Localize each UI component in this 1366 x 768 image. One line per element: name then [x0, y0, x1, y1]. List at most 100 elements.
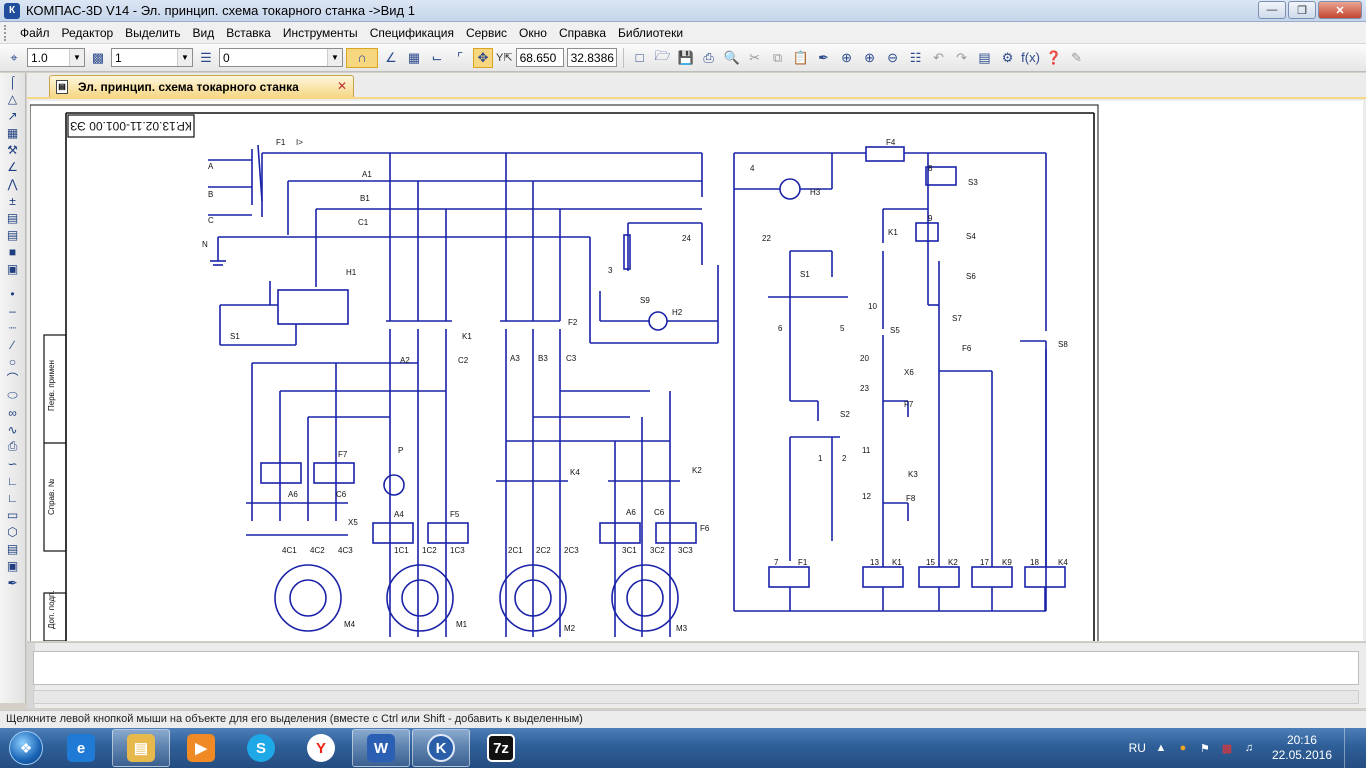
taskbar-media-player[interactable]: ▶	[172, 729, 230, 767]
view-icon[interactable]: ■	[3, 243, 23, 260]
parametrize-icon[interactable]: ⚒	[3, 141, 23, 158]
antivirus-icon[interactable]: ●	[1176, 741, 1190, 755]
local-cs-icon[interactable]: ⌙	[427, 48, 447, 68]
menu-select[interactable]: Выделить	[119, 22, 186, 44]
show-desktop-button[interactable]	[1344, 728, 1356, 768]
library-manager-icon[interactable]: ⚙	[998, 48, 1018, 68]
taskbar-yandex[interactable]: Y	[292, 729, 350, 767]
magnet-snap-icon[interactable]: ∩	[346, 47, 378, 68]
taskbar-7zip[interactable]: 7z	[472, 729, 530, 767]
zoom-in-icon[interactable]: ⊕	[860, 48, 880, 68]
aux-line-icon[interactable]: –	[3, 302, 23, 319]
taskbar-ie[interactable]: e	[52, 729, 110, 767]
spec-icon[interactable]: ±	[3, 192, 23, 209]
contour-icon[interactable]: ⎙	[3, 438, 23, 455]
spline-icon[interactable]: ∞	[3, 404, 23, 421]
start-button[interactable]: ❖	[0, 728, 52, 768]
horizontal-scrollbar[interactable]	[33, 690, 1359, 704]
scale-combo[interactable]: 1.0 ▼	[27, 48, 85, 67]
layers-icon[interactable]: ▩	[88, 48, 108, 68]
volume-icon[interactable]: ♫	[1242, 741, 1256, 755]
coord-y-field[interactable]: 32.8386	[566, 48, 617, 67]
menu-libraries[interactable]: Библиотеки	[612, 22, 689, 44]
snap-grid-icon[interactable]: ⌖	[4, 48, 24, 68]
symbols-icon[interactable]: ↗	[3, 107, 23, 124]
cursor-snap-icon[interactable]: ✥	[473, 47, 493, 68]
paste-icon[interactable]: 📋	[791, 48, 811, 68]
arc-icon[interactable]: ⌒	[3, 370, 23, 387]
command-input[interactable]	[33, 651, 1359, 685]
menu-tools[interactable]: Инструменты	[277, 22, 364, 44]
menu-insert[interactable]: Вставка	[220, 22, 277, 44]
style-combo[interactable]: 0 ▼	[219, 48, 343, 67]
menu-help[interactable]: Справка	[553, 22, 612, 44]
nurbs-icon[interactable]: ∿	[3, 421, 23, 438]
coord-x-field[interactable]: 68.650	[515, 48, 564, 67]
show-hidden-icons-icon[interactable]: ▲	[1154, 741, 1168, 755]
undo-icon[interactable]: ↶	[929, 48, 949, 68]
chevron-down-icon[interactable]: ▼	[69, 49, 84, 66]
clock[interactable]: 20:16 22.05.2016	[1272, 733, 1332, 763]
zoom-out-icon[interactable]: ⊖	[883, 48, 903, 68]
fill-icon[interactable]: ▣	[3, 557, 23, 574]
disabled-tool-icon[interactable]: ✎	[1067, 48, 1087, 68]
new-document-icon[interactable]: □	[630, 48, 650, 68]
chevron-down-icon[interactable]: ▼	[177, 49, 192, 66]
help-pointer-icon[interactable]: ❓	[1044, 48, 1064, 68]
close-button[interactable]: ✕	[1318, 1, 1362, 19]
drawing-canvas[interactable]: КР.13.02.11-001.00 ЭЗ Перв. примен Справ…	[30, 101, 1363, 641]
select-icon[interactable]: ⋀	[3, 175, 23, 192]
preview-icon[interactable]: 🔍	[722, 48, 742, 68]
point-icon[interactable]: •	[3, 285, 23, 302]
menu-window[interactable]: Окно	[513, 22, 553, 44]
menu-specification[interactable]: Спецификация	[364, 22, 460, 44]
taskbar-kompas[interactable]: K	[412, 729, 470, 767]
save-icon[interactable]: 💾	[676, 48, 696, 68]
open-folder-icon[interactable]: 🗁	[653, 48, 673, 68]
print-icon[interactable]: ⎙	[699, 48, 719, 68]
taskbar-word[interactable]: W	[352, 729, 410, 767]
menu-service[interactable]: Сервис	[460, 22, 513, 44]
measure-icon[interactable]: ∠	[3, 158, 23, 175]
taskbar-skype[interactable]: S	[232, 729, 290, 767]
restore-button[interactable]: ❐	[1288, 1, 1316, 19]
layer-combo[interactable]: 1 ▼	[111, 48, 193, 67]
menu-file[interactable]: Файл	[14, 22, 56, 44]
close-icon[interactable]: ✕	[337, 79, 347, 93]
segment-icon[interactable]: ┈	[3, 319, 23, 336]
menu-grip[interactable]	[4, 24, 10, 41]
rectangle-icon[interactable]: ▭	[3, 506, 23, 523]
edit-icon[interactable]: ▦	[3, 124, 23, 141]
zoom-all-icon[interactable]: ☷	[906, 48, 926, 68]
copy-icon[interactable]: ⧉	[768, 48, 788, 68]
grid-icon[interactable]: ▦	[404, 48, 424, 68]
redo-icon[interactable]: ↷	[952, 48, 972, 68]
flag-icon[interactable]: ⚑	[1198, 741, 1212, 755]
library-icon[interactable]: ▣	[3, 260, 23, 277]
geometry-icon[interactable]: ⌠	[3, 73, 23, 90]
zoom-window-icon[interactable]: ⊕	[837, 48, 857, 68]
fillet-icon[interactable]: ∟	[3, 489, 23, 506]
hatch-icon[interactable]: ▤	[3, 540, 23, 557]
document-tab[interactable]: ▤ Эл. принцип. схема токарного станка ✕	[49, 75, 354, 97]
chevron-down-icon[interactable]: ▼	[327, 49, 342, 66]
bezier-icon[interactable]: ∽	[3, 455, 23, 472]
circle-icon[interactable]: ○	[3, 353, 23, 370]
round-icon[interactable]: ⌜	[450, 48, 470, 68]
minimize-button[interactable]: —	[1258, 1, 1286, 19]
fragment-icon[interactable]: ▤	[3, 226, 23, 243]
manager-icon[interactable]: ▤	[975, 48, 995, 68]
menu-editor[interactable]: Редактор	[56, 22, 120, 44]
chamfer-icon[interactable]: ∟	[3, 472, 23, 489]
style-icon[interactable]: ☰	[196, 48, 216, 68]
menu-view[interactable]: Вид	[187, 22, 221, 44]
dimensions-icon[interactable]: △	[3, 90, 23, 107]
network-icon[interactable]: ▩	[1220, 741, 1234, 755]
attach-icon[interactable]: ✒	[3, 574, 23, 591]
ellipse-icon[interactable]: ⬭	[3, 387, 23, 404]
taskbar-explorer[interactable]: ▤	[112, 729, 170, 767]
polyline-icon[interactable]: ∕	[3, 336, 23, 353]
ortho-icon[interactable]: ∠	[381, 48, 401, 68]
polygon-icon[interactable]: ⬡	[3, 523, 23, 540]
cut-icon[interactable]: ✂	[745, 48, 765, 68]
